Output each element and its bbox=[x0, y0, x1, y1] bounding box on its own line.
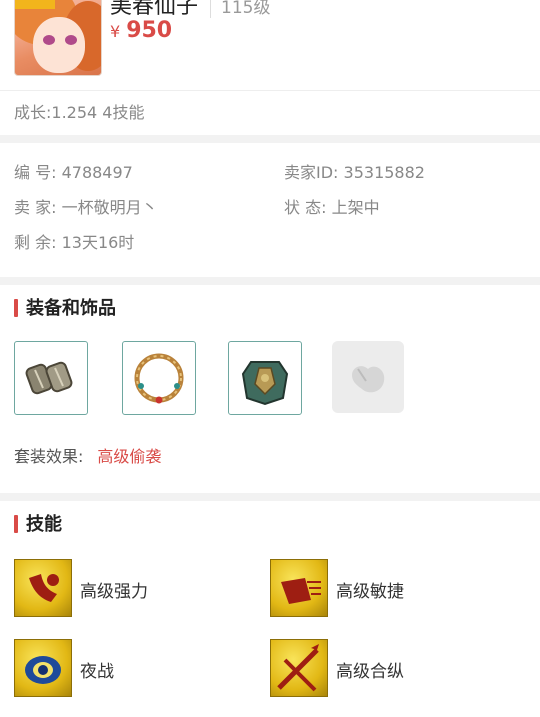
skill-item[interactable]: 高级敏捷 bbox=[270, 559, 510, 619]
set-effect-value[interactable]: 高级偷袭 bbox=[97, 447, 161, 466]
growth-info: 成长:1.254 4技能 bbox=[0, 90, 540, 135]
skill-label: 高级合纵 bbox=[336, 662, 404, 682]
skill-item[interactable]: 高级强力 bbox=[14, 559, 254, 619]
empty-slot-icon[interactable] bbox=[332, 341, 404, 413]
avatar-badge bbox=[15, 0, 55, 9]
equipment-section: 装备和饰品 套装效果: 高级偷袭 bbox=[0, 285, 540, 493]
remaining-time-value: 13天16时 bbox=[61, 233, 135, 252]
pet-level: 115级 bbox=[210, 0, 271, 18]
seller-id-value: 35315882 bbox=[343, 163, 425, 182]
pet-price: ¥950 bbox=[110, 18, 172, 43]
pet-header: 美春仙子 115级 ¥950 bbox=[0, 0, 540, 90]
listing-info: 编 号: 4788497 卖家ID: 35315882 卖 家: 一杯敬明月丶 … bbox=[0, 143, 540, 277]
currency-symbol: ¥ bbox=[110, 22, 121, 41]
skills-title: 技能 bbox=[0, 501, 540, 549]
set-effect-label: 套装效果: bbox=[14, 447, 84, 466]
listing-id-value: 4788497 bbox=[61, 163, 133, 182]
bracer-icon[interactable] bbox=[14, 341, 88, 415]
price-value: 950 bbox=[126, 18, 173, 43]
status: 状 态: 上架中 bbox=[284, 198, 380, 217]
skill-label: 夜战 bbox=[80, 662, 114, 682]
seller-value: 一杯敬明月丶 bbox=[61, 198, 158, 217]
necklace-icon[interactable] bbox=[122, 341, 196, 415]
skills-section: 技能 高级强力 高级敏捷 夜战 高级合纵 bbox=[0, 501, 540, 717]
skill-label: 高级敏捷 bbox=[336, 582, 404, 602]
night-combat-skill-icon bbox=[14, 639, 72, 697]
skill-item[interactable]: 夜战 bbox=[14, 639, 254, 699]
status-value: 上架中 bbox=[331, 198, 380, 217]
listing-id: 编 号: 4788497 bbox=[14, 163, 133, 182]
equipment-title: 装备和饰品 bbox=[0, 285, 540, 333]
skill-item[interactable]: 高级合纵 bbox=[270, 639, 510, 699]
seller-id: 卖家ID: 35315882 bbox=[284, 163, 425, 182]
strength-skill-icon bbox=[14, 559, 72, 617]
seller: 卖 家: 一杯敬明月丶 bbox=[14, 198, 158, 217]
pet-name-row: 美春仙子 115级 bbox=[110, 0, 271, 20]
remaining-time: 剩 余: 13天16时 bbox=[14, 233, 135, 252]
skill-label: 高级强力 bbox=[80, 582, 148, 602]
set-effect: 套装效果: 高级偷袭 bbox=[14, 443, 161, 467]
agility-skill-icon bbox=[270, 559, 328, 617]
armor-icon[interactable] bbox=[228, 341, 302, 415]
pet-name: 美春仙子 bbox=[110, 0, 199, 19]
alliance-skill-icon bbox=[270, 639, 328, 697]
pet-avatar[interactable] bbox=[14, 0, 102, 76]
